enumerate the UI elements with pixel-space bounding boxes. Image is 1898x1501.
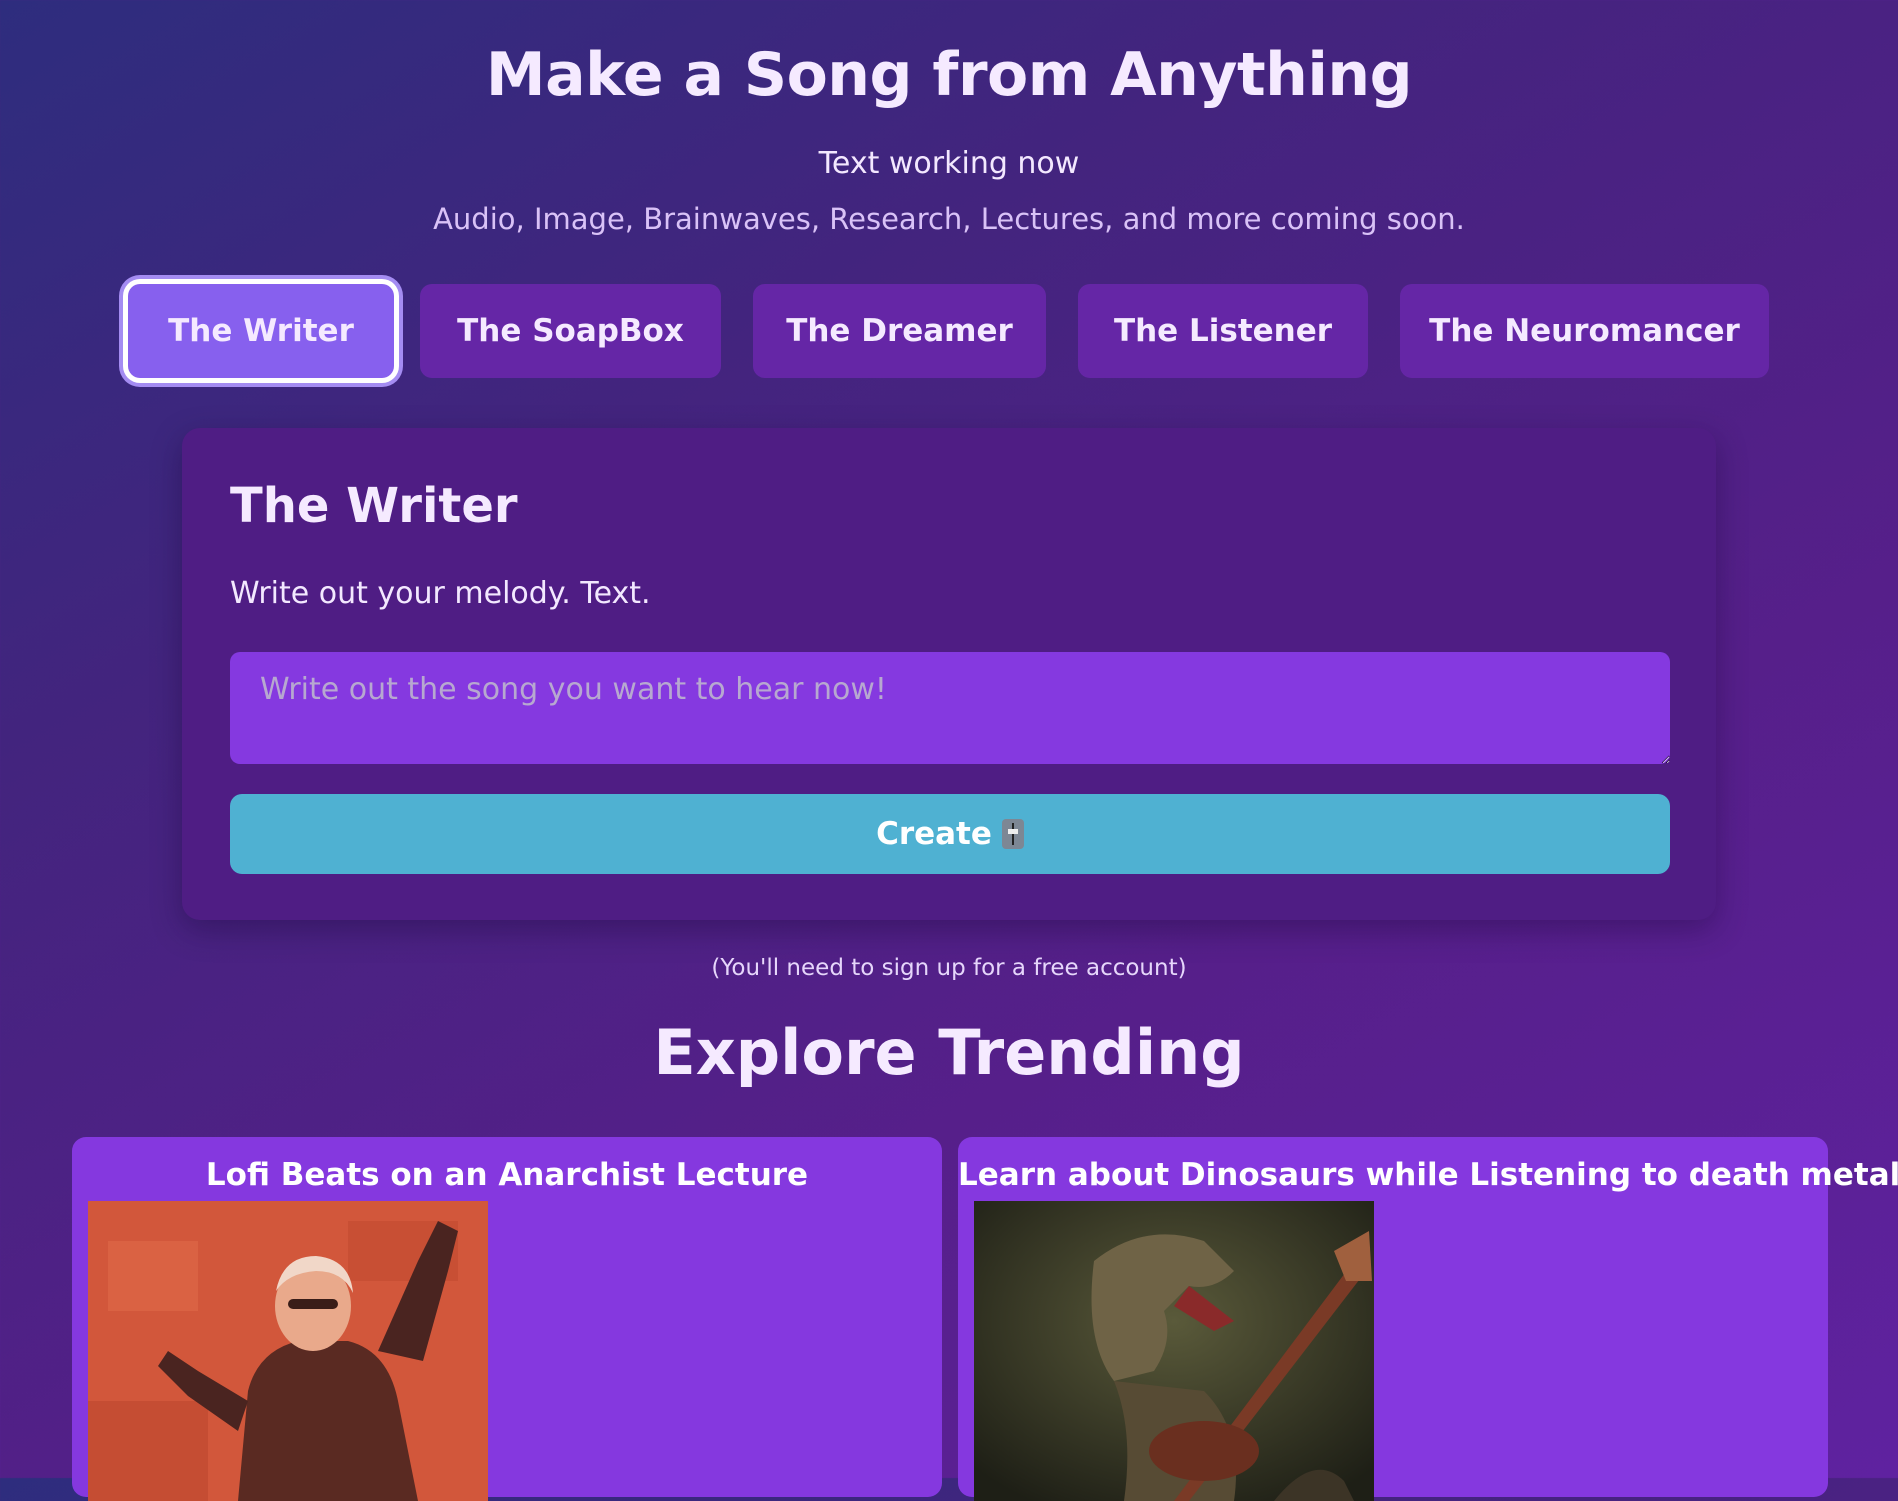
trending-card-dinosaurs-death-metal[interactable]: Learn about Dinosaurs while Listening to… [958, 1137, 1898, 1501]
hero-subtitle: Text working now [818, 146, 1080, 181]
page: Make a Song from Anything Text working n… [0, 0, 1898, 1501]
level-slider-icon [1001, 819, 1024, 849]
tab-the-dreamer[interactable]: The Dreamer [753, 284, 1046, 378]
dinosaur-guitarist-illustration [974, 1201, 1374, 1501]
mode-tabs: The Writer The SoapBox The Dreamer The L… [0, 284, 1898, 380]
panel-description: Write out your melody. Text. [230, 576, 651, 611]
writer-panel: The Writer Write out your melody. Text. … [182, 428, 1716, 920]
trending-card-title: Learn about Dinosaurs while Listening to… [958, 1157, 1898, 1193]
trending-card-anarchist-lecture[interactable]: Lofi Beats on an Anarchist Lecture [72, 1137, 942, 1501]
signup-note: (You'll need to sign up for a free accou… [711, 955, 1187, 981]
tab-the-listener[interactable]: The Listener [1078, 284, 1368, 378]
tab-the-neuromancer[interactable]: The Neuromancer [1400, 284, 1769, 378]
tab-the-soapbox[interactable]: The SoapBox [420, 284, 721, 378]
song-prompt-input[interactable] [230, 652, 1670, 764]
create-button[interactable]: Create [230, 794, 1670, 874]
page-title: Make a Song from Anything [485, 40, 1413, 110]
create-button-label: Create [876, 816, 992, 852]
hero-coming-soon-note: Audio, Image, Brainwaves, Research, Lect… [433, 202, 1465, 236]
orator-poster-illustration [88, 1201, 488, 1501]
panel-title: The Writer [230, 478, 518, 534]
trending-section-title: Explore Trending [653, 1016, 1245, 1089]
trending-card-title: Lofi Beats on an Anarchist Lecture [205, 1157, 809, 1193]
tab-the-writer[interactable]: The Writer [128, 284, 394, 378]
